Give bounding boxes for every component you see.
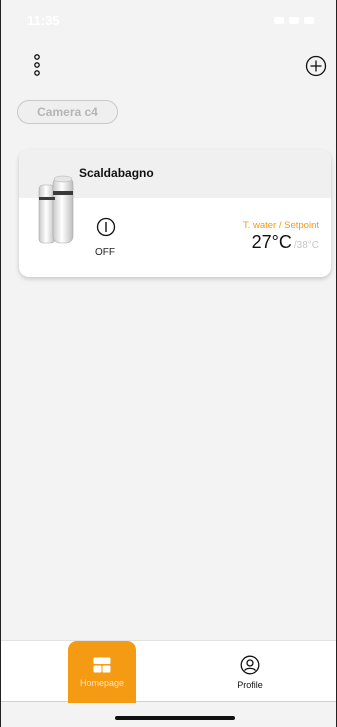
home-grid-icon <box>93 657 111 672</box>
circle-plus-icon <box>305 55 327 77</box>
vertical-dots-icon <box>34 54 40 76</box>
app-screen: 11:35 Camera c4 Scaldabagno OFF T. water… <box>0 0 337 727</box>
power-state-label: OFF <box>95 247 115 258</box>
status-time: 11:35 <box>27 12 60 28</box>
tab-profile-label: Profile <box>237 679 263 690</box>
setpoint-temperature: /38°C <box>293 240 319 251</box>
power-icon <box>96 217 116 237</box>
power-toggle-button[interactable] <box>93 214 119 240</box>
temperature-caption: T. water / Setpoint <box>242 220 319 231</box>
user-circle-icon <box>240 655 260 674</box>
device-card[interactable]: Scaldabagno OFF T. water / Setpoint 27°C… <box>19 150 331 277</box>
add-device-button[interactable] <box>301 52 331 80</box>
status-bar: 11:35 <box>1 0 336 40</box>
tab-homepage-label: Homepage <box>79 677 125 688</box>
tab-profile[interactable]: Profile <box>215 646 285 698</box>
home-indicator[interactable] <box>115 716 235 720</box>
water-heater-image <box>38 175 74 244</box>
temperature-values: 27°C /38°C <box>252 232 319 253</box>
room-filter-chip[interactable]: Camera c4 <box>17 100 118 124</box>
status-icons <box>274 16 314 24</box>
device-name: Scaldabagno <box>79 166 154 180</box>
water-temperature: 27°C <box>251 232 292 252</box>
wifi-icon <box>289 16 299 24</box>
bottom-tab-bar <box>1 640 336 702</box>
menu-button[interactable] <box>23 50 51 80</box>
signal-icon <box>274 16 284 24</box>
tab-homepage[interactable]: Homepage <box>68 641 136 703</box>
battery-icon <box>304 16 314 24</box>
